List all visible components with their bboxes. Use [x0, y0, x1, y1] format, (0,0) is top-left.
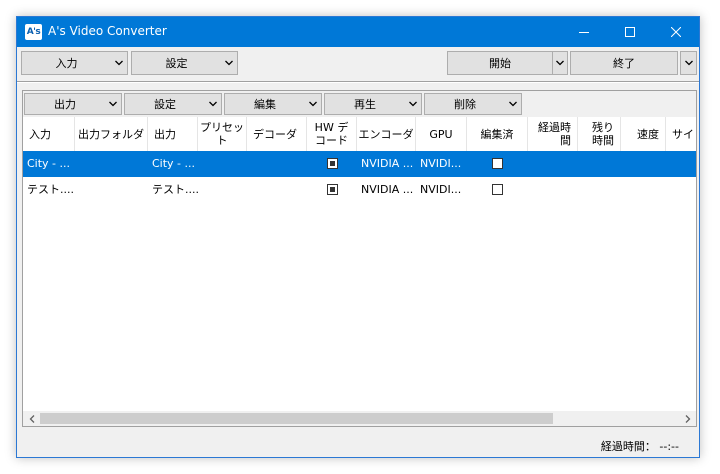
- hw-decode-checkbox[interactable]: [327, 184, 338, 195]
- row-output: City - ...: [152, 157, 196, 170]
- chevron-down-icon: [409, 101, 417, 107]
- edit-menu-label: 編集: [254, 98, 276, 111]
- table-row[interactable]: テスト.... テスト.... NVIDIA ... NVIDI...: [23, 177, 696, 203]
- hw-decode-checkbox[interactable]: [327, 158, 338, 169]
- delete-menu-label: 削除: [454, 98, 476, 111]
- chevron-down-icon: [225, 60, 233, 66]
- chevron-left-icon: [29, 414, 34, 423]
- settings-menu-label: 設定: [165, 57, 188, 70]
- column-header-decoder[interactable]: デコーダ: [247, 117, 307, 151]
- status-bar: 経過時間： --:--: [17, 433, 699, 457]
- play-menu-button[interactable]: 再生: [324, 93, 422, 115]
- chevron-down-icon: [556, 60, 564, 66]
- column-header-edited[interactable]: 編集済: [467, 117, 528, 151]
- chevron-down-icon: [684, 60, 693, 66]
- column-header-hw-decode[interactable]: HW デ コード: [307, 117, 357, 151]
- list-header: 入力 出力フォルダ 出力 プリセット デコーダ HW デ コード エンコーダ G…: [23, 117, 696, 151]
- elapsed-time-status: 経過時間： --:--: [600, 440, 679, 453]
- column-header-input[interactable]: 入力: [23, 117, 75, 151]
- row-encoder: NVIDIA ...: [361, 157, 414, 170]
- chevron-down-icon: [109, 101, 117, 107]
- exit-button-label: 終了: [613, 57, 635, 70]
- column-header-elapsed[interactable]: 経過時 間: [528, 117, 578, 151]
- app-logo-icon: A's: [25, 24, 42, 40]
- output-menu-label: 出力: [54, 98, 76, 111]
- list-settings-menu-label: 設定: [154, 98, 176, 111]
- exit-button[interactable]: 終了: [570, 51, 678, 75]
- toolbar-divider-highlight: [17, 82, 699, 83]
- column-header-speed[interactable]: 速度: [621, 117, 666, 151]
- column-header-size[interactable]: サイ: [666, 117, 696, 151]
- chevron-down-icon: [209, 101, 217, 107]
- chevron-down-icon: [309, 101, 317, 107]
- delete-menu-button[interactable]: 削除: [424, 93, 522, 115]
- chevron-down-icon: [115, 60, 123, 66]
- row-input: テスト....: [27, 183, 74, 196]
- scroll-right-button[interactable]: [679, 411, 696, 426]
- title-bar[interactable]: A's A's Video Converter: [17, 17, 699, 47]
- list-settings-menu-button[interactable]: 設定: [124, 93, 222, 115]
- exit-dropdown-button[interactable]: [680, 51, 697, 75]
- chevron-down-icon: [509, 101, 517, 107]
- play-menu-label: 再生: [354, 98, 376, 111]
- edited-checkbox[interactable]: [492, 158, 503, 169]
- maximize-icon: [625, 27, 635, 37]
- table-row[interactable]: City - ... City - ... NVIDIA ... NVIDI..…: [23, 151, 696, 177]
- minimize-icon: [579, 32, 589, 33]
- close-icon: [671, 27, 681, 37]
- minimize-button[interactable]: [561, 17, 607, 47]
- row-encoder: NVIDIA ...: [361, 183, 414, 196]
- list-toolbar: 出力 設定 編集 再生 削除: [23, 91, 696, 117]
- chevron-right-icon: [685, 414, 690, 423]
- row-output: テスト....: [152, 183, 198, 196]
- column-header-output[interactable]: 出力: [148, 117, 198, 151]
- start-dropdown-button[interactable]: [552, 51, 568, 75]
- close-button[interactable]: [653, 17, 699, 47]
- column-header-output-folder[interactable]: 出力フォルダ: [75, 117, 148, 151]
- input-menu-button[interactable]: 入力: [21, 51, 128, 75]
- scrollbar-thumb[interactable]: [40, 413, 553, 424]
- row-gpu: NVIDI...: [420, 157, 462, 170]
- column-header-remaining[interactable]: 残り 時間: [578, 117, 621, 151]
- row-gpu: NVIDI...: [420, 183, 462, 196]
- scroll-left-button[interactable]: [23, 411, 40, 426]
- start-button[interactable]: 開始: [447, 51, 553, 75]
- maximize-button[interactable]: [607, 17, 653, 47]
- row-input: City - ...: [27, 157, 71, 170]
- start-button-label: 開始: [489, 57, 511, 70]
- job-list: City - ... City - ... NVIDIA ... NVIDI..…: [23, 151, 696, 411]
- output-menu-button[interactable]: 出力: [24, 93, 122, 115]
- app-window: A's A's Video Converter 入力 設定 開始 終了 出力 設…: [16, 16, 700, 458]
- main-toolbar: 入力 設定 開始 終了: [17, 47, 699, 79]
- horizontal-scrollbar[interactable]: [23, 411, 696, 426]
- settings-menu-button[interactable]: 設定: [131, 51, 238, 75]
- column-header-gpu[interactable]: GPU: [416, 117, 467, 151]
- edited-checkbox[interactable]: [492, 184, 503, 195]
- input-menu-label: 入力: [55, 57, 78, 70]
- window-title: A's Video Converter: [48, 24, 167, 38]
- column-header-encoder[interactable]: エンコーダ: [357, 117, 416, 151]
- job-list-panel: 出力 設定 編集 再生 削除 入力 出力フォルダ 出力 プリセット デコーダ H…: [22, 90, 697, 427]
- edit-menu-button[interactable]: 編集: [224, 93, 322, 115]
- column-header-preset[interactable]: プリセット: [198, 117, 247, 151]
